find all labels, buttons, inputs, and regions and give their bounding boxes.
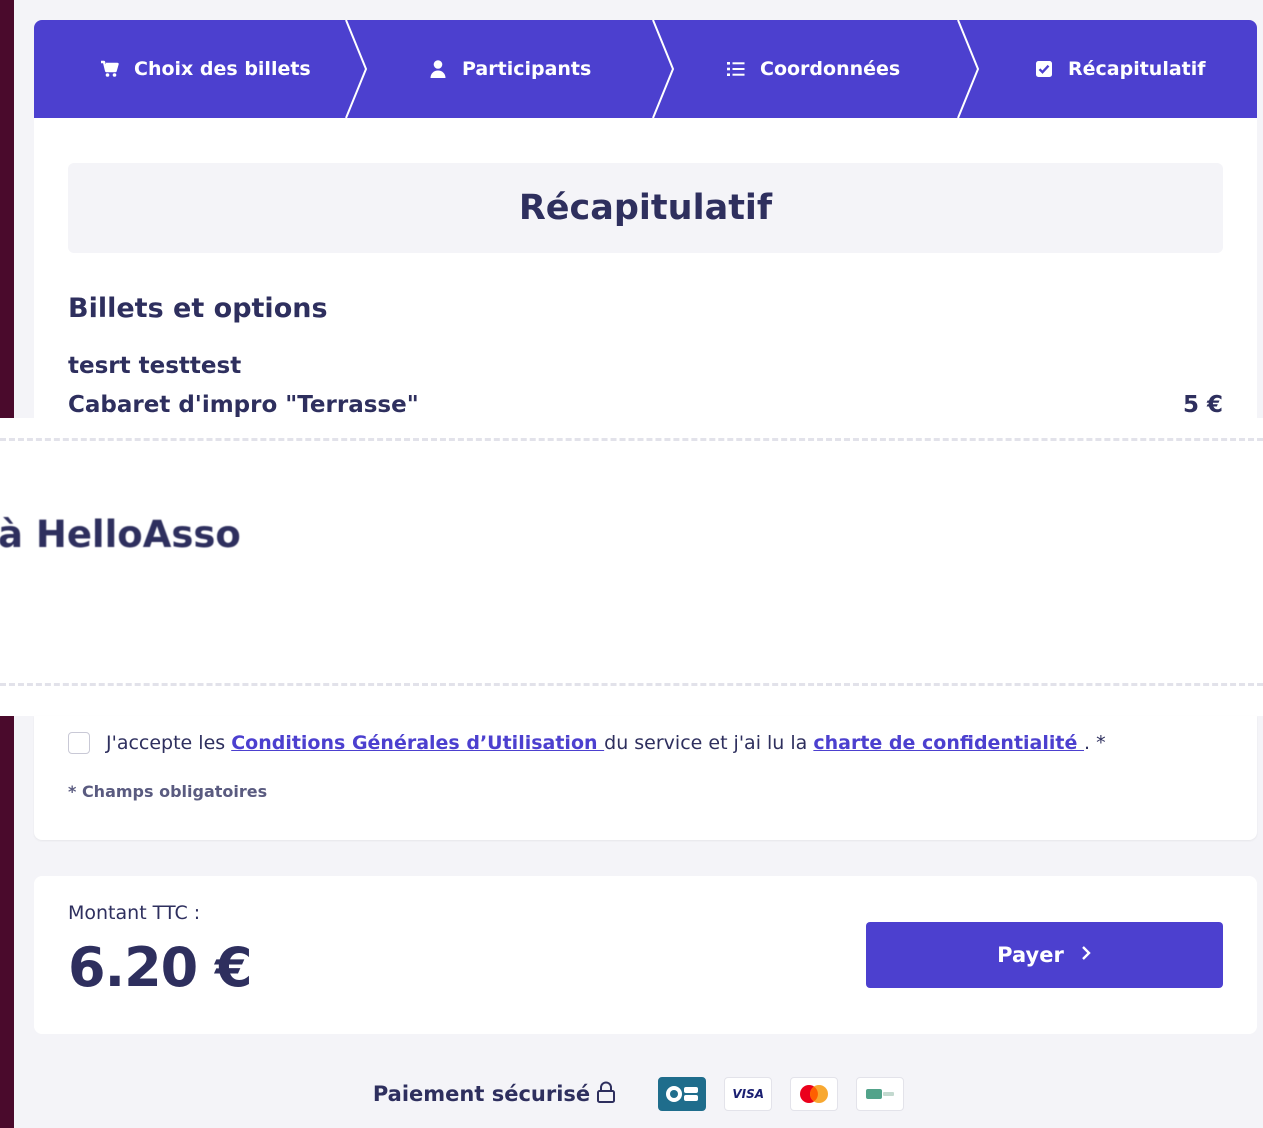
step-participants[interactable]: Participants bbox=[428, 20, 591, 118]
cb-card-icon bbox=[658, 1077, 707, 1111]
checkout-page: Choix des billets Participants Coordonné… bbox=[0, 0, 1263, 1128]
lock-icon bbox=[596, 1081, 616, 1108]
pay-button[interactable]: Payer bbox=[866, 922, 1223, 988]
mastercard-icon bbox=[790, 1077, 839, 1111]
checkbox-icon bbox=[1034, 59, 1054, 79]
step-label: Récapitulatif bbox=[1068, 58, 1206, 80]
total-card: Montant TTC : 6.20 € Payer bbox=[34, 876, 1257, 1034]
step-label: Choix des billets bbox=[134, 58, 311, 80]
ticket-price: 5 € bbox=[1182, 392, 1223, 418]
checkout-stepper: Choix des billets Participants Coordonné… bbox=[34, 20, 1257, 118]
step-separator bbox=[652, 20, 675, 118]
paylib-icon bbox=[856, 1077, 905, 1111]
helloasso-text: à HelloAsso bbox=[0, 513, 241, 556]
cut-line-top bbox=[0, 438, 1263, 441]
step-choix-billets[interactable]: Choix des billets bbox=[100, 20, 311, 118]
secure-label: Paiement sécurisé bbox=[372, 1082, 591, 1106]
consent-row: J'accepte les Conditions Générales d’Uti… bbox=[68, 732, 1106, 754]
consent-section: J'accepte les Conditions Générales d’Uti… bbox=[34, 716, 1257, 840]
privacy-link[interactable]: charte de confidentialité bbox=[813, 732, 1084, 754]
secure-payment: Paiement sécurisé bbox=[373, 1081, 616, 1108]
step-recapitulatif[interactable]: Récapitulatif bbox=[1034, 20, 1206, 118]
consent-middle: du service et j'ai lu la bbox=[604, 732, 814, 754]
cgu-link[interactable]: Conditions Générales d’Utilisation bbox=[231, 732, 604, 754]
pay-button-label: Payer bbox=[997, 943, 1064, 967]
ticket-name: Cabaret d'impro "Terrasse" bbox=[68, 392, 419, 418]
step-separator bbox=[345, 20, 368, 118]
visa-label: VISA bbox=[732, 1087, 764, 1101]
consent-checkbox[interactable] bbox=[68, 732, 90, 754]
consent-prefix: J'accepte les bbox=[106, 732, 232, 754]
required-fields-note: * Champs obligatoires bbox=[68, 782, 268, 801]
cut-strip: à HelloAsso bbox=[0, 418, 1263, 716]
step-label: Participants bbox=[462, 58, 592, 80]
total-amount: 6.20 € bbox=[68, 936, 253, 999]
cut-line-bottom bbox=[0, 683, 1263, 686]
step-separator bbox=[957, 20, 980, 118]
summary-card: Récapitulatif Billets et options tesrt t… bbox=[34, 118, 1257, 418]
consent-suffix: . * bbox=[1084, 732, 1106, 754]
participant-name: tesrt testtest bbox=[68, 353, 242, 379]
secure-payment-footer: Paiement sécurisé VISA bbox=[14, 1060, 1263, 1128]
cart-icon bbox=[100, 59, 120, 79]
user-icon bbox=[428, 59, 448, 79]
list-icon bbox=[726, 59, 746, 79]
visa-card-icon: VISA bbox=[724, 1077, 773, 1111]
amount-label: Montant TTC : bbox=[68, 902, 201, 924]
step-label: Coordonnées bbox=[760, 58, 901, 80]
summary-title: Récapitulatif bbox=[68, 163, 1223, 253]
section-title: Billets et options bbox=[68, 293, 328, 324]
step-coordonnees[interactable]: Coordonnées bbox=[726, 20, 900, 118]
chevron-right-icon bbox=[1080, 943, 1092, 967]
